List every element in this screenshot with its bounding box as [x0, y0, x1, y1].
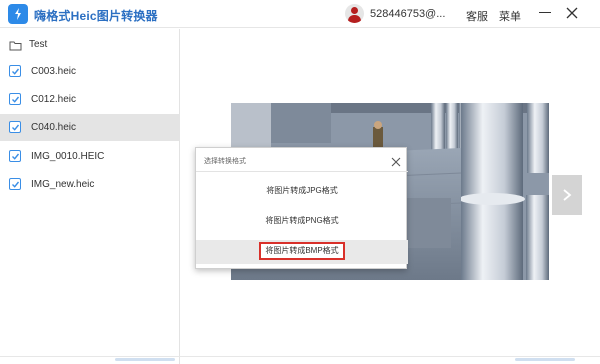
format-dialog: 选择转换格式 将图片转成JPG格式 将图片转成PNG格式 将图片转成BMP格式 — [195, 147, 408, 269]
app-window: 嗨格式Heic图片转换器 528446753@... 客服 菜单 Test C0… — [0, 0, 600, 364]
file-name: C012.heic — [31, 94, 77, 105]
file-row[interactable]: IMG_new.heic — [0, 171, 180, 198]
file-sidebar: Test C003.heic C012.heic C040.heic IMG_0… — [0, 29, 180, 364]
support-button[interactable]: 客服 — [466, 8, 488, 24]
bottom-button-edge[interactable] — [115, 358, 175, 361]
checkbox-icon[interactable] — [9, 93, 21, 105]
title-bar: 嗨格式Heic图片转换器 528446753@... 客服 菜单 — [0, 0, 600, 28]
bottom-button-edge[interactable] — [515, 358, 575, 361]
checkbox-icon[interactable] — [9, 121, 21, 133]
checkbox-icon[interactable] — [9, 150, 21, 162]
app-logo-icon — [8, 4, 28, 24]
option-bmp[interactable]: 将图片转成BMP格式 — [196, 240, 408, 264]
option-png[interactable]: 将图片转成PNG格式 — [196, 210, 408, 232]
minimize-icon[interactable] — [539, 12, 551, 13]
checkbox-icon[interactable] — [9, 65, 21, 77]
bottom-divider — [0, 356, 600, 357]
file-name: IMG_new.heic — [31, 179, 95, 190]
folder-name: Test — [29, 39, 48, 50]
dialog-header: 选择转换格式 — [196, 148, 408, 172]
checkbox-icon[interactable] — [9, 178, 21, 190]
option-label: 将图片转成PNG格式 — [265, 216, 339, 225]
avatar[interactable] — [345, 4, 364, 23]
file-row[interactable]: IMG_0010.HEIC — [0, 143, 180, 170]
menu-button[interactable]: 菜单 — [499, 8, 521, 24]
app-title: 嗨格式Heic图片转换器 — [34, 9, 158, 23]
file-row[interactable]: C012.heic — [0, 86, 180, 113]
file-name: C003.heic — [31, 66, 77, 77]
file-row-selected[interactable]: C040.heic — [0, 114, 180, 141]
username[interactable]: 528446753@... — [370, 8, 445, 20]
folder-row[interactable]: Test — [0, 35, 180, 55]
folder-icon — [9, 38, 22, 56]
file-row[interactable]: C003.heic — [0, 58, 180, 85]
option-label: 将图片转成JPG格式 — [266, 186, 338, 195]
file-name: IMG_0010.HEIC — [31, 151, 105, 162]
dialog-title: 选择转换格式 — [204, 158, 246, 165]
file-name: C040.heic — [31, 122, 77, 133]
option-label: 将图片转成BMP格式 — [259, 242, 345, 260]
close-icon[interactable] — [565, 6, 579, 20]
option-jpg[interactable]: 将图片转成JPG格式 — [196, 180, 408, 202]
dialog-close-icon[interactable] — [391, 154, 401, 167]
next-image-button[interactable] — [552, 175, 582, 215]
chevron-right-icon — [563, 189, 572, 201]
